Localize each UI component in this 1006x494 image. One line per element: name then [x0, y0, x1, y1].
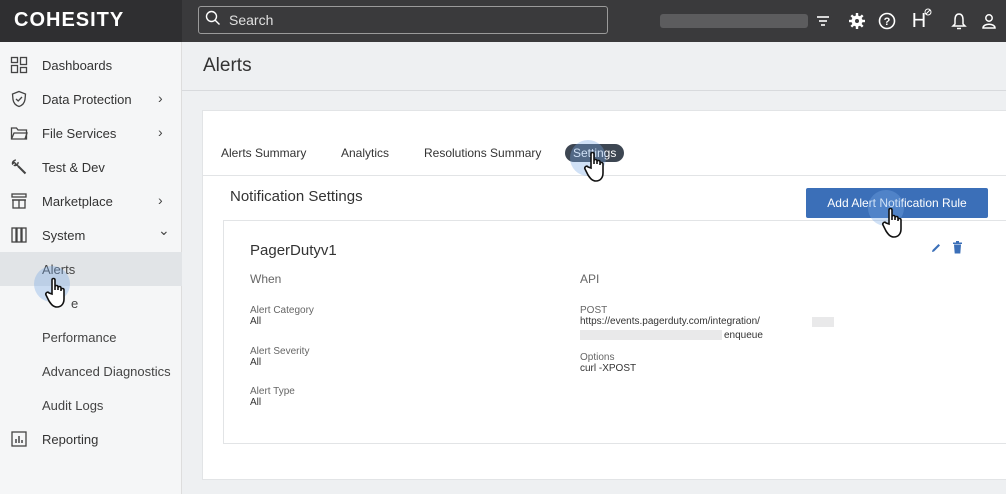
options-label: Options: [580, 352, 615, 363]
alert-type-field: Alert Type All: [250, 386, 295, 408]
cohesity-logo[interactable]: COHESITY: [14, 9, 124, 32]
sidebar-item-label: Data Protection: [42, 92, 132, 107]
sidebar-item-label: File Services: [42, 126, 117, 141]
section-title: Notification Settings: [230, 188, 363, 205]
folder-icon: [10, 127, 28, 140]
store-icon: [11, 193, 27, 209]
chevron-right-icon: ›: [158, 192, 163, 208]
search-box[interactable]: [198, 6, 608, 34]
help-icon[interactable]: ?: [876, 10, 898, 32]
sidebar-item-label: Dashboards: [42, 58, 113, 73]
sidebar-item-system[interactable]: System ⌄: [0, 218, 182, 252]
sidebar-item-dashboards[interactable]: Dashboards: [0, 48, 182, 82]
sidebar-item-file-services[interactable]: File Services ›: [0, 116, 182, 150]
trash-icon[interactable]: [952, 241, 963, 254]
sidebar-subitem-audit-logs[interactable]: Audit Logs: [0, 388, 182, 422]
cluster-name-redacted[interactable]: [660, 14, 808, 28]
sidebar-item-marketplace[interactable]: Marketplace ›: [0, 184, 182, 218]
alert-category-value: All: [250, 316, 262, 327]
dashboard-icon: [10, 56, 28, 74]
alert-severity-field: Alert Severity All: [250, 346, 309, 368]
wrench-icon: [11, 159, 27, 175]
chevron-right-icon: ›: [158, 90, 163, 106]
sidebar-subitem-alerts[interactable]: Alerts: [0, 252, 182, 286]
gear-icon[interactable]: [846, 10, 868, 32]
post-field: POST https://events.pagerduty.com/integr…: [580, 305, 760, 327]
alert-severity-label: Alert Severity: [250, 346, 310, 357]
sidebar-subitem-label: Advanced Diagnostics: [42, 364, 171, 379]
post-url-tail-field: enqueue: [724, 330, 763, 341]
sidebar-subitem-label: Performance: [42, 330, 117, 345]
post-label: POST: [580, 305, 608, 316]
title-divider: [182, 90, 1006, 91]
options-value: curl -XPOST: [580, 363, 637, 374]
alert-category-field: Alert Category All: [250, 305, 314, 327]
sidebar-item-label: System: [42, 228, 86, 243]
sidebar-item-test-dev[interactable]: Test & Dev: [0, 150, 182, 184]
sidebar-item-label: Reporting: [42, 432, 99, 447]
post-url-tail: enqueue: [724, 330, 763, 341]
sidebar-item-label: Test & Dev: [42, 160, 105, 175]
alert-type-label: Alert Type: [250, 386, 295, 397]
logo-area: COHESITY: [0, 0, 182, 42]
page-title: Alerts: [203, 55, 252, 76]
search-icon: [205, 10, 220, 25]
rule-name: PagerDutyv1: [250, 242, 337, 259]
tab-analytics[interactable]: Analytics: [341, 146, 389, 160]
chart-icon: [11, 431, 27, 447]
post-url: https://events.pagerduty.com/integration…: [580, 316, 760, 327]
sidebar-subitem-performance[interactable]: Performance: [0, 320, 182, 354]
bell-icon[interactable]: [948, 10, 970, 32]
shield-icon: [11, 90, 27, 108]
sidebar-item-reporting[interactable]: Reporting: [0, 422, 182, 456]
chevron-right-icon: ›: [158, 124, 163, 140]
redacted-url-part: [580, 330, 722, 340]
svg-text:?: ?: [884, 16, 891, 28]
when-header: When: [250, 272, 282, 286]
sidebar-item-data-protection[interactable]: Data Protection ›: [0, 82, 182, 116]
health-icon[interactable]: H: [908, 8, 932, 32]
tab-alerts-summary[interactable]: Alerts Summary: [221, 146, 306, 160]
top-bar: COHESITY ? H: [0, 0, 1006, 42]
system-icon: [11, 227, 27, 243]
search-input[interactable]: [229, 10, 599, 30]
api-header: API: [580, 272, 600, 286]
options-field: Options curl -XPOST: [580, 352, 636, 374]
sidebar-subitem-label: e: [71, 296, 79, 311]
sidebar-subitem-storage[interactable]: e: [0, 286, 182, 320]
hand-cursor-icon: [45, 277, 65, 308]
tab-resolutions-summary[interactable]: Resolutions Summary: [424, 146, 541, 160]
sidebar-subitem-advanced-diagnostics[interactable]: Advanced Diagnostics: [0, 354, 182, 388]
alert-severity-value: All: [250, 357, 262, 368]
pencil-icon[interactable]: [930, 242, 942, 254]
sidebar-subitem-label: Audit Logs: [42, 398, 104, 413]
filter-icon[interactable]: [812, 10, 834, 32]
hand-cursor-icon: [882, 207, 902, 238]
redacted-url-part: [812, 317, 834, 327]
sidebar-item-label: Marketplace: [42, 194, 113, 209]
alert-type-value: All: [250, 397, 262, 408]
chevron-down-icon: ⌄: [158, 222, 170, 238]
hand-cursor-icon: [584, 151, 604, 182]
user-icon[interactable]: [978, 10, 1000, 32]
alert-category-label: Alert Category: [250, 305, 314, 316]
